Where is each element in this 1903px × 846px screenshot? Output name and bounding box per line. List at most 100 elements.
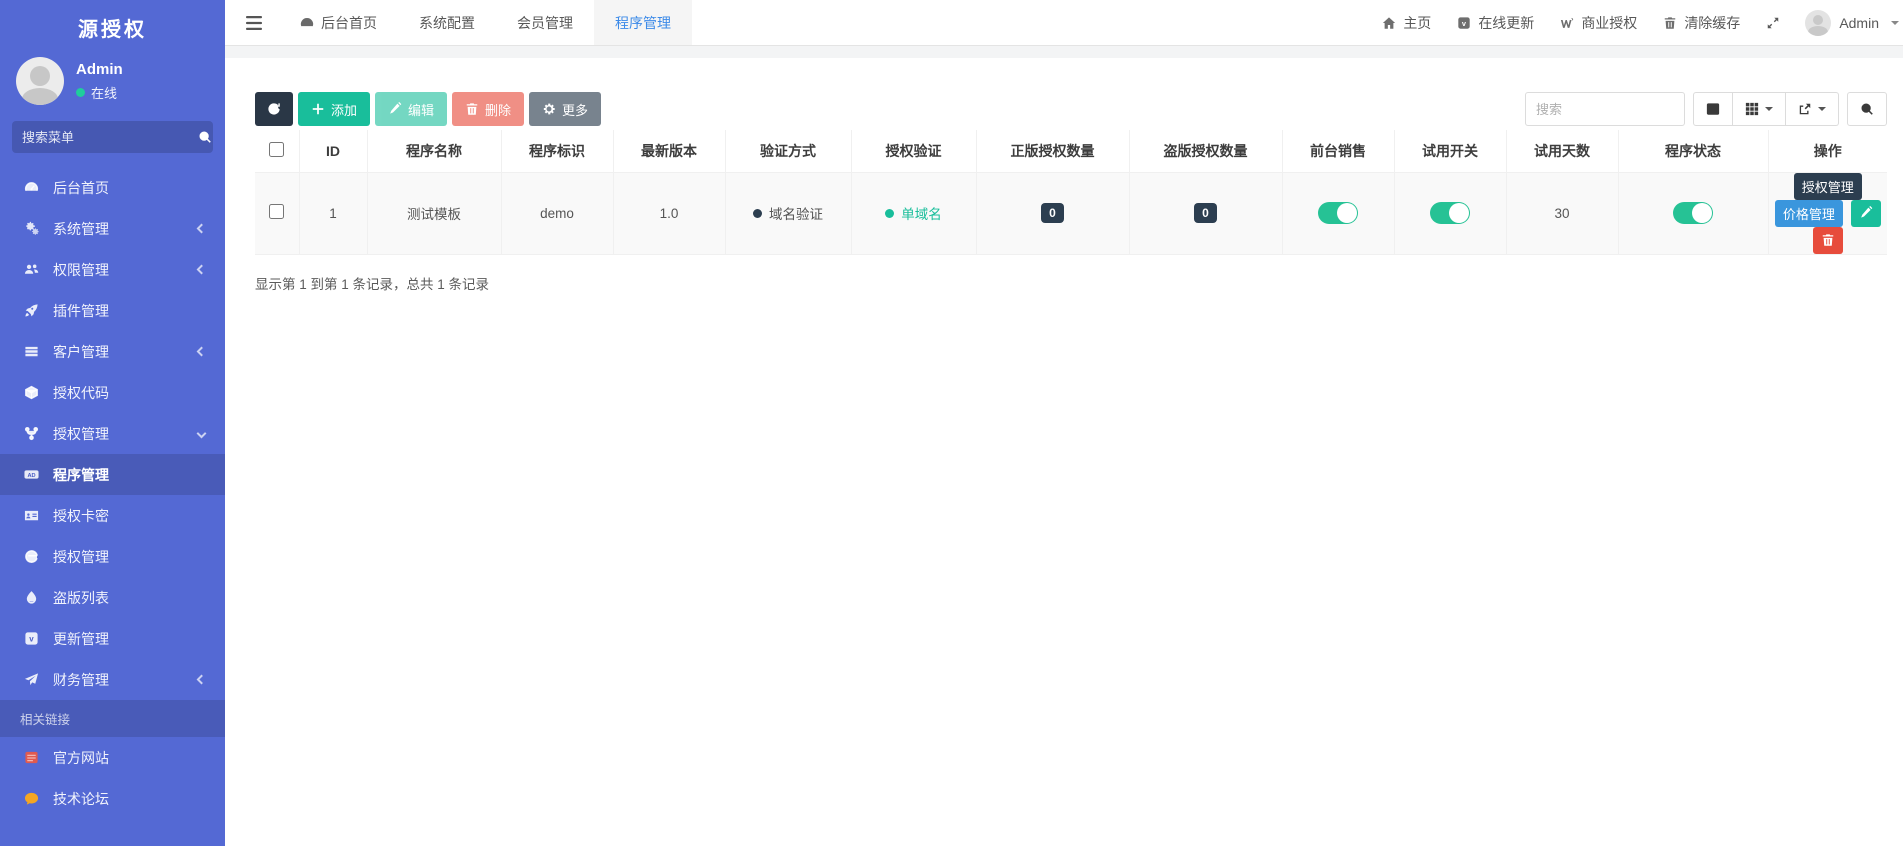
vimeo-icon: v [1457,16,1471,30]
sidebar-toggle-icon[interactable] [225,0,279,45]
header-operations: 操作 [1767,130,1887,173]
cell-version: 1.0 [612,171,726,255]
trash-icon [1663,16,1677,30]
sidebar-link-forum[interactable]: 技术论坛 [0,778,225,819]
header-version: 最新版本 [612,130,726,173]
forum-icon [22,791,40,806]
cell-genuine-count: 0 [975,171,1130,255]
tab-dashboard[interactable]: 后台首页 [279,0,398,45]
status-dot-icon [753,208,762,218]
cell-verify-method: 域名验证 [724,171,852,255]
pagination-summary: 显示第 1 到第 1 条记录，总共 1 条记录 [255,276,490,292]
svg-text:AD: AD [27,473,35,479]
sidebar-item-dashboard[interactable]: 后台首页 [0,167,225,208]
cell-status [1617,171,1769,255]
row-checkbox[interactable] [269,204,285,219]
columns-toggle-button[interactable] [1733,92,1786,126]
status-dot-icon [885,208,895,218]
table-icon [22,344,40,359]
sidebar-item-system[interactable]: 系统管理 [0,208,225,249]
table-header-row: ID 程序名称 程序标识 最新版本 验证方式 授权验证 正版授权数量 盗版授权数… [255,130,1887,173]
users-icon [22,262,40,277]
chevron-down-icon [196,428,207,439]
paper-plane-icon [22,672,40,687]
navbar-actions: 主页 v 在线更新 商业授权 清除缓存 Admin [1369,0,1903,45]
header-status: 程序状态 [1617,130,1769,173]
front-sale-toggle[interactable] [1318,202,1358,224]
table-search-input[interactable] [1525,92,1685,126]
online-update-link[interactable]: v 在线更新 [1444,0,1547,45]
edit-button[interactable]: 编辑 [375,92,448,126]
sidebar-item-auth-manage[interactable]: 授权管理 [0,413,225,454]
svg-text:v: v [29,635,34,644]
header-pirated-count: 盗版授权数量 [1128,130,1283,173]
home-link[interactable]: 主页 [1369,0,1444,45]
sidebar-item-permissions[interactable]: 权限管理 [0,249,225,290]
tab-system-config[interactable]: 系统配置 [398,0,496,45]
header-id: ID [298,130,368,173]
sidebar-item-customers[interactable]: 客户管理 [0,331,225,372]
cell-auth-verify: 单域名 [850,171,977,255]
sidebar-item-auth-cards[interactable]: 授权卡密 [0,495,225,536]
refresh-button[interactable] [255,92,293,126]
sidebar-item-plugins[interactable]: 插件管理 [0,290,225,331]
sidebar-item-pirated-list[interactable]: 盗版列表 [0,577,225,618]
menu-search-input[interactable] [22,129,198,145]
row-edit-button[interactable] [1850,199,1881,227]
delete-button[interactable]: 删除 [452,92,525,126]
chevron-left-icon [196,674,207,685]
id-card-icon [22,508,40,523]
price-manage-button[interactable]: 价格管理 [1774,199,1843,227]
detail-view-button[interactable] [1693,92,1733,126]
chevron-left-icon [196,264,207,275]
avatar[interactable] [16,57,64,105]
commercial-license-link[interactable]: 商业授权 [1547,0,1650,45]
fullscreen-icon[interactable] [1753,0,1793,45]
advanced-search-button[interactable] [1847,92,1887,126]
gears-icon [22,221,40,236]
sidebar-item-programs[interactable]: AD 程序管理 [0,454,225,495]
auth-manage-button[interactable]: 授权管理 [1793,172,1862,200]
status-toggle[interactable] [1673,202,1713,224]
sidebar-link-official-site[interactable]: 官方网站 [0,737,225,778]
navbar-user-name: Admin [1839,14,1879,31]
toolbar-right [1525,92,1887,126]
user-menu[interactable]: Admin [1793,9,1901,36]
tab-programs[interactable]: 程序管理 [594,0,692,45]
vimeo-icon: v [22,631,40,646]
sidebar-menu: 后台首页 系统管理 权限管理 插件管理 客户管理 授权代码 授权管理 AD 程序… [0,167,225,846]
cell-identifier: demo [500,171,614,255]
user-profile: Admin 在线 [0,46,225,117]
sidebar-item-auth-code[interactable]: 授权代码 [0,372,225,413]
row-delete-button[interactable] [1812,226,1843,254]
count-badge: 0 [1194,203,1217,223]
header-genuine-count: 正版授权数量 [975,130,1130,173]
header-front-sale: 前台销售 [1281,130,1395,173]
content-divider [225,46,1903,58]
caret-down-icon [1765,107,1773,111]
export-button[interactable] [1786,92,1839,126]
tab-members[interactable]: 会员管理 [496,0,594,45]
cell-name: 测试模板 [366,171,502,255]
select-all-checkbox[interactable] [269,141,285,157]
dashboard-icon [300,16,314,30]
search-icon[interactable] [198,130,212,144]
w-brand-icon [1560,16,1574,30]
add-button[interactable]: 添加 [298,92,371,126]
trial-toggle[interactable] [1430,202,1470,224]
home-icon [1382,16,1396,30]
cell-pirated-count: 0 [1128,171,1283,255]
sidebar-item-updates[interactable]: v 更新管理 [0,618,225,659]
droplet-icon [22,590,40,605]
code-icon [22,385,40,400]
more-button[interactable]: 更多 [529,92,602,126]
user-name: Admin [76,61,123,79]
menu-search-box [12,121,213,153]
online-status-icon [76,87,85,97]
sidebar-item-auth-manage-2[interactable]: 授权管理 [0,536,225,577]
caret-down-icon [1818,107,1826,111]
sidebar-item-finance[interactable]: 财务管理 [0,659,225,700]
clear-cache-link[interactable]: 清除缓存 [1650,0,1753,45]
rocket-icon [22,303,40,318]
header-identifier: 程序标识 [500,130,614,173]
